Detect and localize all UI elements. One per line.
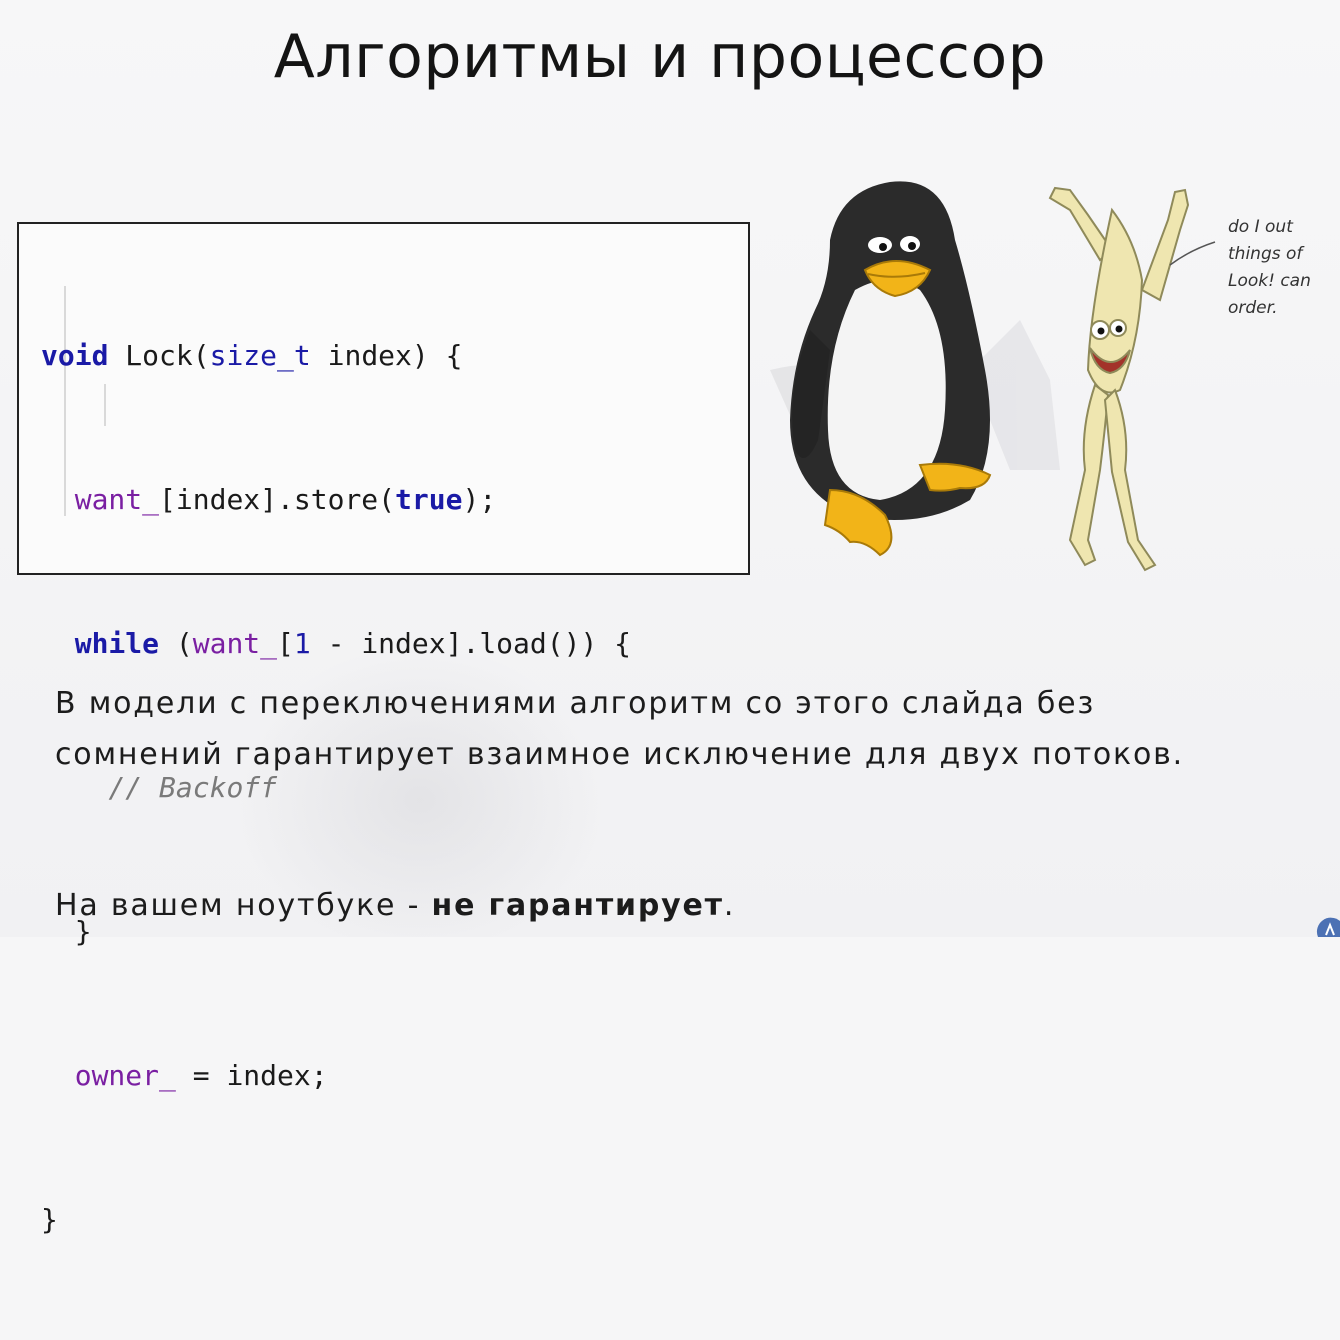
caption-line: do I out [1228,217,1293,237]
conclusion-line: На вашем ноутбуке - не гарантирует. [55,880,735,931]
conclusion-bold: не гарантирует [431,888,724,923]
conclusion-suffix: . [723,888,736,923]
explanation-paragraph: В модели с переключениями алгоритм со эт… [55,686,1184,772]
conclusion-prefix: На вашем ноутбуке - [55,888,432,923]
code-line-1: void Lock(size_t index) { [41,339,463,372]
caption-line: Look! can [1228,271,1311,291]
code-block: void Lock(size_t index) { want_[index].s… [17,222,750,1236]
slide-title: Алгоритмы и процессор [273,22,1047,92]
caption-line: things of [1228,244,1303,264]
code-line-2: want_[index].store(true); [74,483,497,516]
caption-line: order. [1228,298,1278,318]
slide: Алгоритмы и процессор void Lock(size_t i… [0,0,1340,1236]
penguin-illustration [790,181,992,557]
speech-line-icon [1169,241,1216,266]
watermark-logo-icon [1316,917,1340,937]
lambda-character-illustration [1048,186,1190,572]
code-text: void Lock(size_t index) { want_[index].s… [41,236,631,1340]
code-line-3: while (want_[1 - index].load()) { [74,627,632,660]
code-line-7: } [41,1203,58,1236]
code-line-6: owner_ = index; [74,1059,328,1092]
cartoon-caption: do I out things of Look! can order. [1228,214,1338,322]
